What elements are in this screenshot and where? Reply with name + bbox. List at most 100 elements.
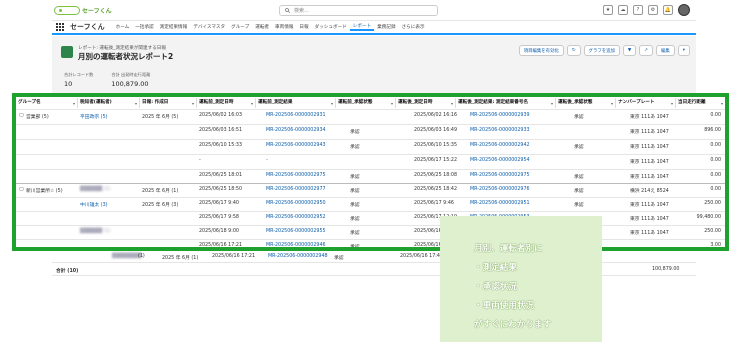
group-name: 新川営業所☆ (5) (26, 189, 63, 194)
chevron-down-icon[interactable]: ▾ (192, 99, 194, 109)
nav-groups[interactable]: グループ (228, 24, 252, 30)
cell-pre-result[interactable]: MR-202506-0000002977 (266, 187, 326, 192)
cell-plate: 東京 111あ 1047 (630, 217, 669, 222)
nav-device-master[interactable]: デバイスマスタ (190, 24, 228, 30)
cell-km: 0.00 (710, 173, 721, 178)
pre-time: 2025/06/16 17:21 (212, 254, 255, 259)
chevron-down-icon[interactable]: ▾ (391, 99, 393, 109)
report-stats: 合計レコード数 10 合計 出発時走行距離 100,879.00 (64, 72, 150, 88)
col-pre-status[interactable]: 運転前_承認状態 ▾ (336, 98, 396, 108)
chevron-down-icon[interactable]: ▾ (721, 99, 723, 109)
nav-work-records[interactable]: 業務記録 (374, 24, 398, 30)
cell-post-result[interactable]: MR-202506-0000002933 (470, 128, 530, 133)
cell-post-result[interactable]: MR-202506-0000002951 (470, 201, 530, 206)
col-label: グループ名 (18, 100, 41, 105)
cell-pre-time: 2025/06/17 9:40 (199, 201, 239, 206)
cell-post-result[interactable]: MR-202506-0000002975 (470, 173, 530, 178)
nav-drivers[interactable]: 運転者 (252, 24, 272, 30)
nav-measurement-results[interactable]: 測定結果情報 (157, 24, 191, 30)
cell-pre-time: 2025/06/25 18:50 (199, 187, 242, 192)
cell-pre-result[interactable]: MR-202506-0000002950 (266, 201, 326, 206)
user-avatar[interactable] (678, 4, 690, 16)
highlight-frame: グループ名 ▾ 税知者(運転者) ▾ 日報: 作成日 ▾ 運転前_測定日時 ▾ 運転前_… (12, 93, 729, 251)
col-post-status[interactable]: 運転後_承認状態 ▾ (556, 98, 616, 108)
report-table: グループ名 ▾ 税知者(運転者) ▾ 日報: 作成日 ▾ 運転前_測定日時 ▾ 運転前_… (16, 97, 725, 247)
chevron-down-icon[interactable]: ▾ (251, 99, 253, 109)
cell-pre-time: 2025/06/18 9:00 (199, 229, 239, 234)
nav-more[interactable]: さらに表示 (399, 24, 428, 30)
nav-vehicles[interactable]: 車両情報 (272, 24, 296, 30)
nav-bar: セーフくん ホーム 一括承認 測定結果情報 デバイスマスタ グループ 運転者 車… (52, 20, 696, 35)
col-pre-result[interactable]: 運転前_測定結果 ▾ (256, 98, 336, 108)
expand-button[interactable]: ↗ (639, 45, 653, 56)
cell-post-time: 2025/06/25 18:42 (414, 187, 457, 192)
chevron-down-icon[interactable]: ▾ (451, 99, 453, 109)
col-driver[interactable]: 税知者(運転者) ▾ (78, 98, 140, 108)
group-checkbox-icon[interactable]: ▢ (19, 113, 24, 118)
stat-label: 合計 出発時走行距離 (111, 72, 151, 77)
cell-post-result[interactable]: MR-202506-0000002976 (470, 187, 530, 192)
cloud-icon[interactable]: ☁ (618, 5, 628, 15)
app-launcher-icon[interactable] (56, 22, 66, 32)
cell-plate: 東京 111あ 1047 (630, 115, 669, 120)
nav-bulk-approve[interactable]: 一括承認 (132, 24, 156, 30)
chevron-down-icon[interactable]: ▾ (671, 99, 673, 109)
nav-reports[interactable]: レポート (349, 23, 375, 31)
edit-button[interactable]: 編集 (655, 45, 675, 56)
more-actions-button[interactable]: ▾ (677, 45, 690, 56)
nav-daily-reports[interactable]: 日報 (296, 24, 311, 30)
app-logo[interactable]: セーフくん (54, 5, 112, 15)
row-divider (16, 139, 725, 140)
cell-pre-result[interactable]: MR-202506-0000002934 (266, 128, 326, 133)
cell-pre-result[interactable]: MR-202506-0000002955 (266, 229, 326, 234)
chevron-down-icon[interactable]: ▾ (551, 99, 553, 109)
col-group-name[interactable]: グループ名 ▾ (16, 98, 78, 108)
help-icon[interactable]: ? (633, 5, 643, 15)
row-divider (16, 124, 725, 125)
nav-home[interactable]: ホーム (113, 24, 133, 30)
favorites-star-icon[interactable]: ★ (603, 5, 613, 15)
cell-pre-result[interactable]: - (266, 158, 268, 163)
filter-button[interactable]: ▼ (622, 45, 637, 56)
col-plate[interactable]: ナンバープレート ▾ (616, 98, 676, 108)
group-checkbox-icon[interactable]: ▢ (19, 187, 24, 192)
col-pre-time[interactable]: 運転前_測定日時 ▾ (197, 98, 256, 108)
cell-pre-status: 承認 (350, 203, 360, 208)
driver-link[interactable]: 平田政宗 (5) (80, 113, 108, 120)
col-label: 運転後_測定結果: 測定結果番号名 (458, 100, 529, 105)
cell-pre-result[interactable]: MR-202506-0000002943 (266, 143, 326, 148)
cell-pre-result[interactable]: MR-202506-0000002952 (266, 215, 326, 220)
cell-pre-result[interactable]: MR-202506-0000002931 (266, 113, 326, 118)
chevron-down-icon[interactable]: ▾ (611, 99, 613, 109)
chevron-down-icon[interactable]: ▾ (73, 99, 75, 109)
cell-pre-status: 承認 (350, 217, 360, 222)
cell-post-result[interactable]: MR-202506-0000002939 (470, 113, 530, 118)
chevron-down-icon[interactable]: ▾ (135, 99, 137, 109)
search-input[interactable]: 検索... (279, 5, 438, 16)
notification-bell-icon[interactable]: 🔔 (663, 5, 673, 15)
pre-result-link[interactable]: MR-202506-0000002948 (268, 254, 328, 259)
cell-post-result[interactable]: MR-202506-0000002942 (470, 143, 530, 148)
nav-dashboard[interactable]: ダッシュボード (312, 24, 350, 30)
col-report-date[interactable]: 日報: 作成日 ▾ (140, 98, 197, 108)
row-divider (16, 239, 725, 240)
add-chart-button[interactable]: グラフを追加 (583, 45, 620, 56)
cell-km: 250.00 (704, 201, 721, 206)
chevron-down-icon[interactable]: ▾ (331, 99, 333, 109)
cell-pre-result[interactable]: MR-202506-0000002975 (266, 173, 326, 178)
driver-link[interactable]: 中川雄太 (3) (80, 201, 108, 208)
enable-field-edit-button[interactable]: 項目編集を有効化 (518, 45, 564, 56)
col-post-time[interactable]: 運転後_測定日時 ▾ (396, 98, 456, 108)
settings-gear-icon[interactable]: ⚙ (648, 5, 658, 15)
cell-pre-result[interactable]: MR-202506-0000002946 (266, 243, 326, 247)
cell-post-status: 承認 (574, 203, 584, 208)
pre-status: 承認 (334, 256, 344, 261)
cell-post-result[interactable]: MR-202506-0000002954 (470, 158, 530, 163)
refresh-button[interactable]: ↻ (566, 45, 581, 56)
cell-pre-status: 承認 (350, 245, 360, 250)
cell-pre-time: 2025/06/02 16:03 (199, 113, 242, 118)
col-label: 運転後_承認状態 (558, 100, 593, 105)
col-distance[interactable]: 当日走行距離 ▾ (676, 98, 725, 108)
col-post-result[interactable]: 運転後_測定結果: 測定結果番号名 ▾ (456, 98, 556, 108)
feature-callout: 月別、運転者別に ・測定結果 ・承認状況 ・車両使用状況 がすぐにわかります (440, 216, 602, 342)
